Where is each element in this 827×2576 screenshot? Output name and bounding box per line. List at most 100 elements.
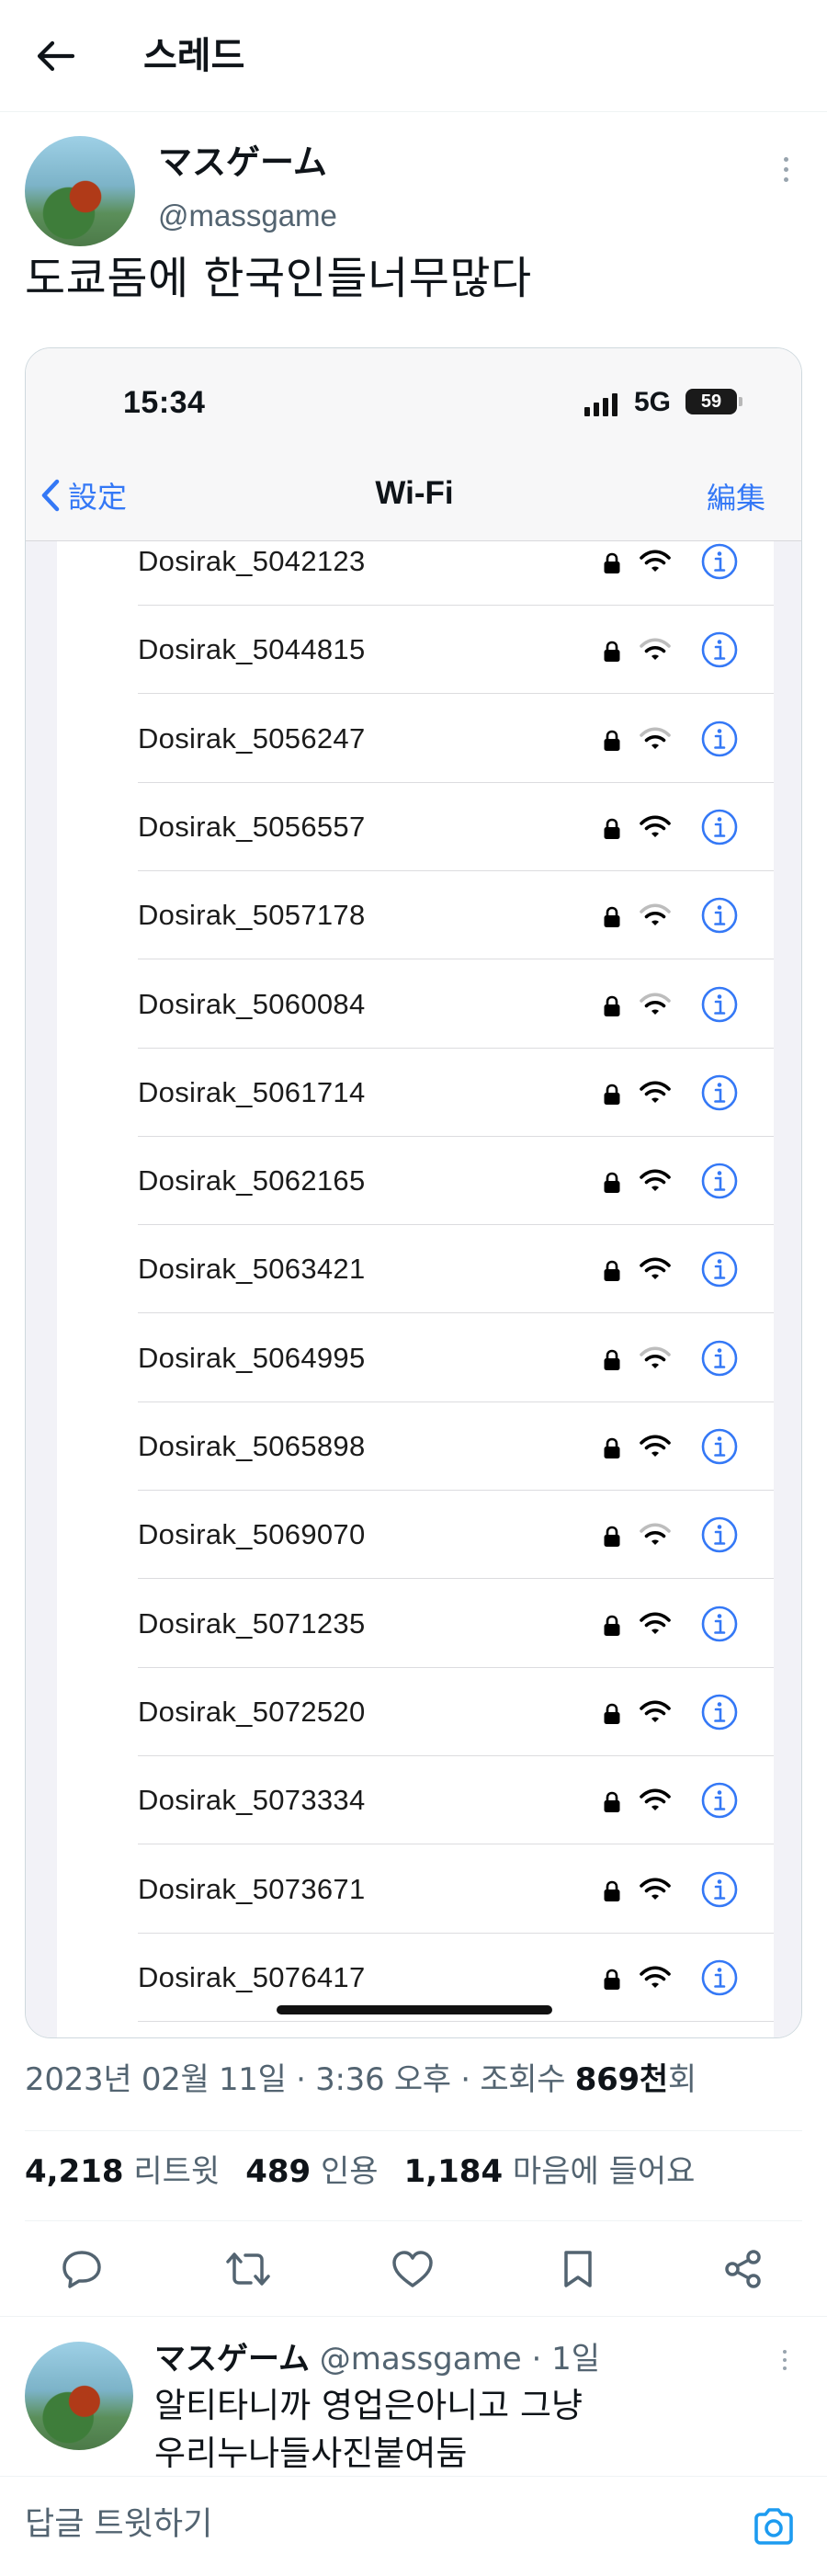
wifi-list-area: Dosirak_5042123 Dosirak_5044815 Dosirak_50… [26,541,801,2037]
wifi-signal-icon [640,1169,671,1193]
like-icon [392,2251,433,2287]
wifi-signal-icon [640,903,671,927]
info-icon [700,1427,739,1466]
lock-icon [603,1260,621,1282]
wifi-network-name: Dosirak_5056247 [138,721,366,755]
wifi-signal-icon [640,1435,671,1458]
wifi-network-row: Dosirak_5056247 [57,695,774,783]
info-icon [700,1870,739,1909]
wifi-network-row: Dosirak_5064995 [57,1314,774,1402]
wifi-network-row: Dosirak_5069070 [57,1491,774,1580]
wifi-signal-icon [640,1612,671,1636]
back-button[interactable] [33,37,77,75]
wifi-network-name: Dosirak_5072520 [138,1695,366,1728]
info-icon [700,985,739,1024]
lock-icon [603,906,621,928]
wifi-network-name: Dosirak_5063421 [138,1253,366,1286]
reply-text-line: 우리누나들사진붙여둠 [154,2434,468,2473]
lock-icon [603,1526,621,1548]
reply-input[interactable] [25,2501,723,2548]
reply-handle[interactable]: @massgame [320,2341,522,2377]
lock-icon [603,552,621,574]
action-bar [0,2239,827,2299]
wifi-network-name: Dosirak_5071235 [138,1606,366,1640]
author-avatar[interactable] [25,136,135,246]
tweet-text: 도쿄돔에 한국인들너무많다 [25,253,532,304]
reply-avatar[interactable] [25,2342,133,2450]
tweet-media-image[interactable]: 15:34 5G 59 設定 Wi-Fi 編集 Dosirak_5042123 D… [25,347,802,2038]
wifi-network-name: Dosirak_5061714 [138,1075,366,1108]
info-icon [700,1162,739,1200]
lock-icon [603,995,621,1017]
lock-icon [603,1703,621,1725]
wifi-network-row: Dosirak_5073671 [57,1845,774,1934]
likes-stat[interactable]: 1,184 마음에 들어요 [404,2153,696,2190]
phone-time: 15:34 [123,385,206,420]
share-button[interactable] [720,2246,766,2292]
tweet-time: 3:36 오후 [315,2061,451,2098]
wifi-signal-icon [640,638,671,662]
wifi-signal-icon [640,1700,671,1724]
network-type: 5G [634,387,672,417]
wifi-title: Wi-Fi [375,475,454,511]
info-icon [700,1339,739,1378]
info-icon [700,630,739,669]
wifi-network-name: Dosirak_5044815 [138,633,366,666]
info-icon [700,1515,739,1554]
bookmark-button[interactable] [555,2246,601,2292]
battery-icon: 59 [685,389,742,414]
lock-icon [603,641,621,663]
views-suffix: 회 [667,2061,697,2098]
reply-button[interactable] [59,2246,105,2292]
retweet-button[interactable] [225,2246,271,2292]
wifi-network-name: Dosirak_5073334 [138,1784,366,1817]
like-button[interactable] [390,2246,436,2292]
info-icon [700,808,739,846]
reply-composer [0,2476,827,2576]
wifi-signal-icon [640,1523,671,1547]
reply-header: マスゲーム @massgame · 1일 [154,2341,600,2377]
views-count: 869천 [574,2061,668,2098]
edit-label: 編集 [707,481,766,516]
retweets-stat[interactable]: 4,218 리트윗 [25,2153,220,2190]
wifi-network-row: Dosirak_5062165 [57,1137,774,1226]
cellular-signal-icon [584,392,617,416]
divider [25,2130,802,2131]
author-handle[interactable]: @massgame [158,197,337,235]
wifi-network-name: Dosirak_5042123 [138,545,366,577]
divider [0,2316,827,2317]
wifi-network-row [57,2022,774,2037]
wifi-network-row: Dosirak_5057178 [57,871,774,960]
camera-icon[interactable] [752,2506,796,2547]
info-icon [700,542,739,581]
reply-text: 알티타니까 영업은아니고 그냥 우리누나들사진붙여둠 [154,2382,779,2478]
wifi-network-row: Dosirak_5042123 [57,541,774,606]
quotes-stat[interactable]: 489 인용 [245,2153,378,2190]
wifi-network-row: Dosirak_5071235 [57,1580,774,1668]
reply-display-name[interactable]: マスゲーム [154,2341,310,2377]
wifi-nav-bar: 設定 Wi-Fi 編集 [26,449,801,541]
reply-more-button[interactable] [774,2345,796,2375]
page-title: 스레드 [143,35,245,77]
share-icon [725,2250,761,2288]
author-display-name[interactable]: マスゲーム [158,142,327,184]
wifi-network-row: Dosirak_5072520 [57,1668,774,1756]
wifi-signal-icon [640,550,671,573]
divider [25,2220,802,2221]
wifi-network-row: Dosirak_5073334 [57,1756,774,1845]
reply-time: 1일 [551,2341,600,2377]
retweet-icon [226,2253,270,2286]
lock-icon [603,1791,621,1813]
wifi-network-row: Dosirak_5060084 [57,960,774,1049]
wifi-signal-icon [640,727,671,751]
lock-icon [603,1349,621,1371]
wifi-network-name: Dosirak_5060084 [138,987,366,1020]
wifi-signal-icon [640,1081,671,1105]
wifi-signal-icon [640,1966,671,1990]
tweet-date: 2023년 02월 11일 [25,2061,287,2098]
lock-icon [603,1084,621,1106]
wifi-signal-icon [640,992,671,1016]
more-options-button[interactable] [772,151,799,187]
home-indicator [277,2005,552,2014]
lock-icon [603,1172,621,1194]
